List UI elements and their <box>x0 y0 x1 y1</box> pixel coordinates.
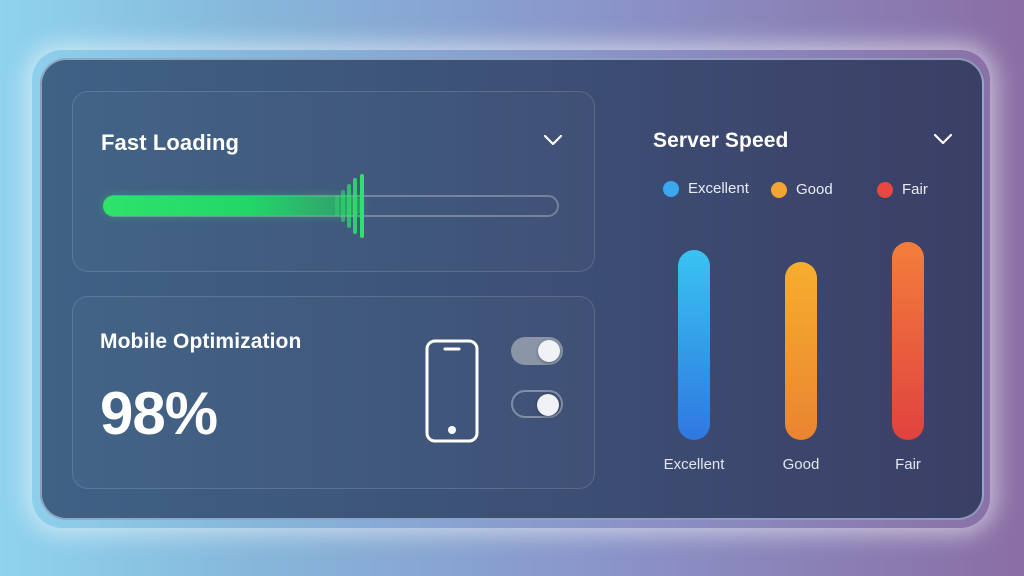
speed-bar-good <box>785 262 817 440</box>
fast-loading-card: Fast Loading <box>72 91 595 272</box>
mobile-optimization-title: Mobile Optimization <box>100 330 302 353</box>
speed-bar-fair <box>892 242 924 440</box>
legend-label: Fair <box>902 181 928 198</box>
chevron-down-icon[interactable] <box>543 134 563 146</box>
legend-fair: Fair <box>877 181 928 198</box>
toggle-knob <box>538 340 560 362</box>
optimization-toggle-on[interactable] <box>511 337 563 365</box>
bar-label-fair: Fair <box>895 456 921 473</box>
progress-wave-glyph <box>335 174 364 238</box>
legend-label: Good <box>796 181 833 198</box>
server-speed-title: Server Speed <box>653 129 789 152</box>
legend-excellent: Excellent <box>663 180 749 197</box>
loading-progress-fill <box>103 196 363 216</box>
chevron-down-icon[interactable] <box>933 133 953 145</box>
legend-label: Excellent <box>688 180 749 197</box>
optimization-toggle-off[interactable] <box>511 390 563 418</box>
toggle-knob <box>537 394 559 416</box>
fast-loading-title: Fast Loading <box>101 130 240 155</box>
mobile-optimization-value: 98% <box>100 380 218 447</box>
bar-label-good: Good <box>782 456 820 473</box>
bar-label-excellent: Excellent <box>663 456 725 473</box>
legend-dot <box>663 180 679 197</box>
mobile-optimization-card: Mobile Optimization 98% <box>72 296 595 489</box>
phone-icon <box>425 339 479 443</box>
dashboard-panel: Fast Loading Mobile Optimization 98% Ser… <box>40 58 984 520</box>
legend-good: Good <box>771 181 833 198</box>
legend-dot <box>877 181 893 198</box>
legend-dot <box>771 181 787 198</box>
speed-bar-excellent <box>678 250 710 440</box>
